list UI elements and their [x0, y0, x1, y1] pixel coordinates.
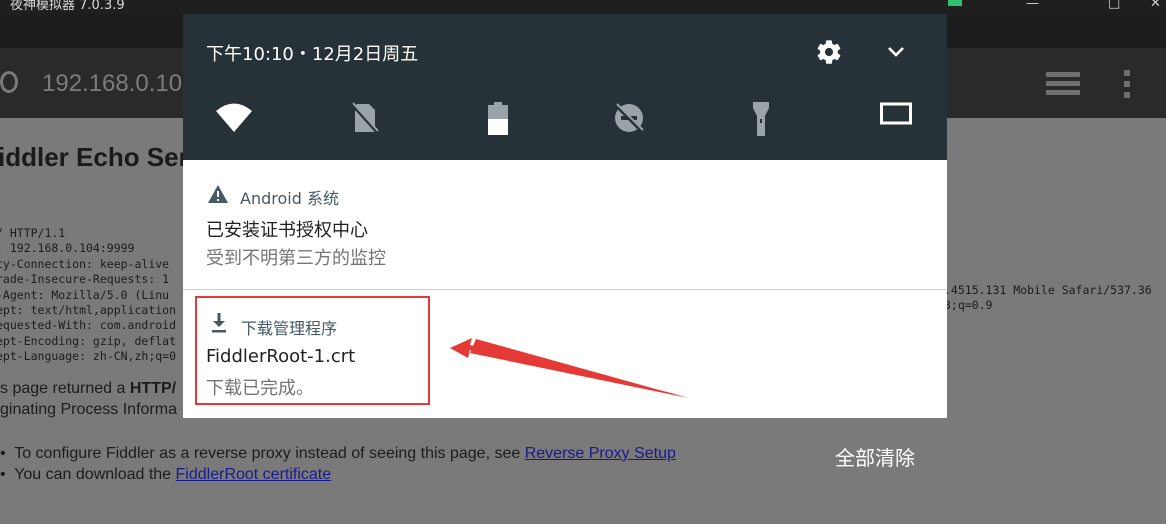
clear-all-button[interactable]: 全部清除	[835, 442, 915, 471]
annotation-arrow	[450, 338, 688, 398]
